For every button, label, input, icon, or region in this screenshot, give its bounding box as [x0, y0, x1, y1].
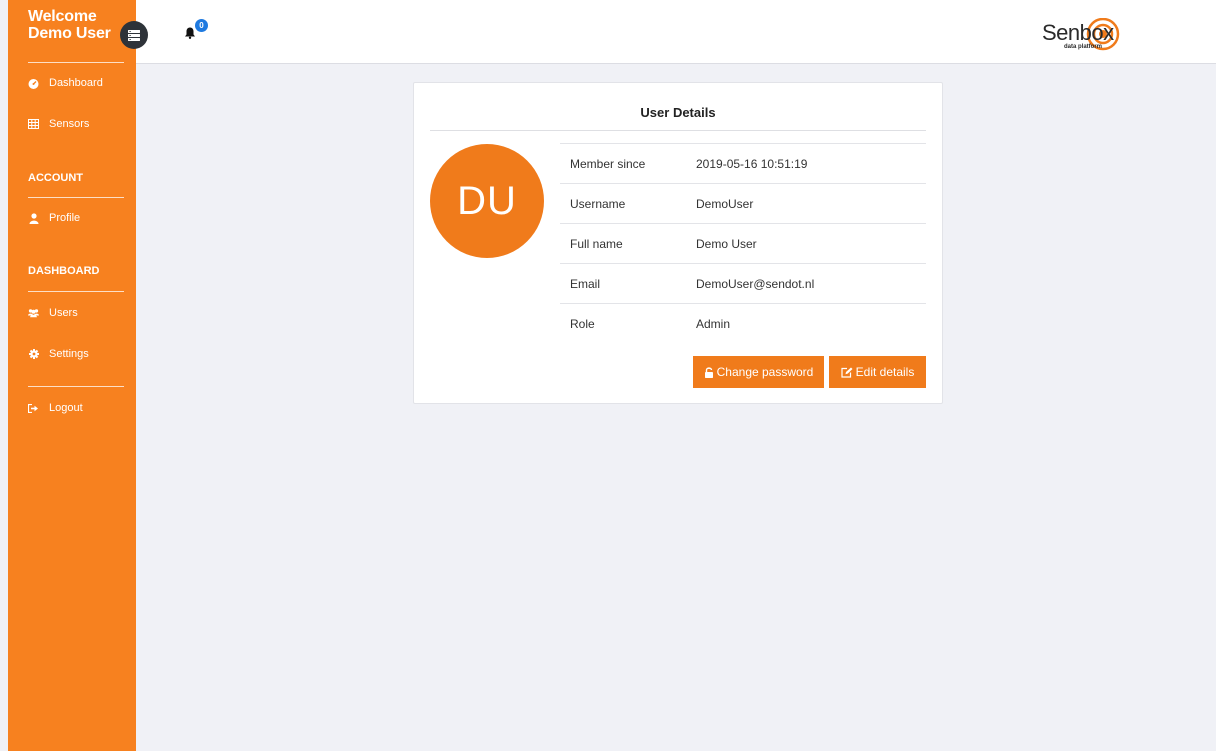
dashboard-icon — [28, 78, 39, 89]
server-icon — [128, 29, 140, 41]
detail-value: Admin — [696, 316, 731, 331]
detail-value: DemoUser — [696, 196, 754, 211]
sidebar-divider — [28, 386, 124, 387]
user-details-card: User Details DU Member since 2019-05-16 … — [413, 82, 943, 404]
gear-icon — [28, 349, 39, 360]
sidebar-item-logout[interactable]: Logout — [28, 402, 83, 414]
detail-value: 2019-05-16 10:51:19 — [696, 156, 808, 171]
sidebar-divider — [28, 62, 124, 63]
card-title: User Details — [640, 105, 716, 120]
sidebar: Welcome Demo User Dashboard Sensors ACCO… — [8, 0, 136, 751]
detail-value: Demo User — [696, 236, 757, 251]
edit-icon — [841, 367, 853, 378]
user-details-table: Member since 2019-05-16 10:51:19 Usernam… — [560, 143, 926, 343]
sidebar-item-settings[interactable]: Settings — [28, 348, 89, 360]
welcome-text: Welcome Demo User — [28, 8, 111, 42]
logout-icon — [28, 403, 39, 414]
sidebar-item-sensors[interactable]: Sensors — [28, 118, 89, 130]
notification-count-badge: 0 — [195, 19, 208, 32]
detail-row-email: Email DemoUser@sendot.nl — [560, 263, 926, 303]
sidebar-item-profile[interactable]: Profile — [28, 212, 80, 224]
welcome-user-name: Demo User — [28, 25, 111, 42]
detail-row-role: Role Admin — [560, 303, 926, 343]
edit-details-button[interactable]: Edit details — [829, 356, 926, 388]
sidebar-item-dashboard[interactable]: Dashboard — [28, 77, 103, 89]
senbox-logo: Senbox data platform — [1040, 18, 1128, 51]
detail-row-member-since: Member since 2019-05-16 10:51:19 — [560, 143, 926, 183]
detail-label: Email — [570, 276, 601, 291]
sidebar-item-label: Logout — [49, 402, 83, 414]
user-icon — [28, 212, 39, 224]
detail-label: Member since — [570, 156, 646, 171]
detail-row-full-name: Full name Demo User — [560, 223, 926, 263]
card-divider — [430, 130, 926, 131]
sidebar-item-label: Settings — [49, 348, 89, 360]
unlock-icon — [704, 366, 714, 378]
detail-value: DemoUser@sendot.nl — [696, 276, 815, 291]
detail-label: Role — [570, 316, 595, 331]
section-heading-account: ACCOUNT — [28, 172, 83, 184]
sidebar-item-users[interactable]: Users — [28, 307, 78, 319]
users-icon — [28, 308, 39, 319]
change-password-label: Change password — [716, 365, 814, 379]
sidebar-item-label: Profile — [49, 212, 81, 224]
logo-subtitle: data platform — [1064, 44, 1103, 50]
edit-details-label: Edit details — [855, 365, 915, 379]
welcome-line-1: Welcome — [28, 8, 97, 25]
sidebar-divider — [28, 291, 124, 292]
section-heading-dashboard: DASHBOARD — [28, 265, 100, 277]
sidebar-item-label: Users — [49, 307, 78, 319]
detail-row-username: Username DemoUser — [560, 183, 926, 223]
sidebar-item-label: Dashboard — [49, 77, 103, 89]
avatar: DU — [430, 144, 544, 258]
change-password-button[interactable]: Change password — [693, 356, 824, 388]
logo-wordmark: Senbox — [1042, 20, 1114, 45]
detail-label: Full name — [570, 236, 623, 251]
sidebar-toggle-button[interactable] — [120, 21, 148, 49]
table-icon — [28, 119, 39, 130]
sidebar-divider — [28, 197, 124, 198]
detail-label: Username — [570, 196, 626, 211]
sidebar-item-label: Sensors — [49, 118, 90, 130]
